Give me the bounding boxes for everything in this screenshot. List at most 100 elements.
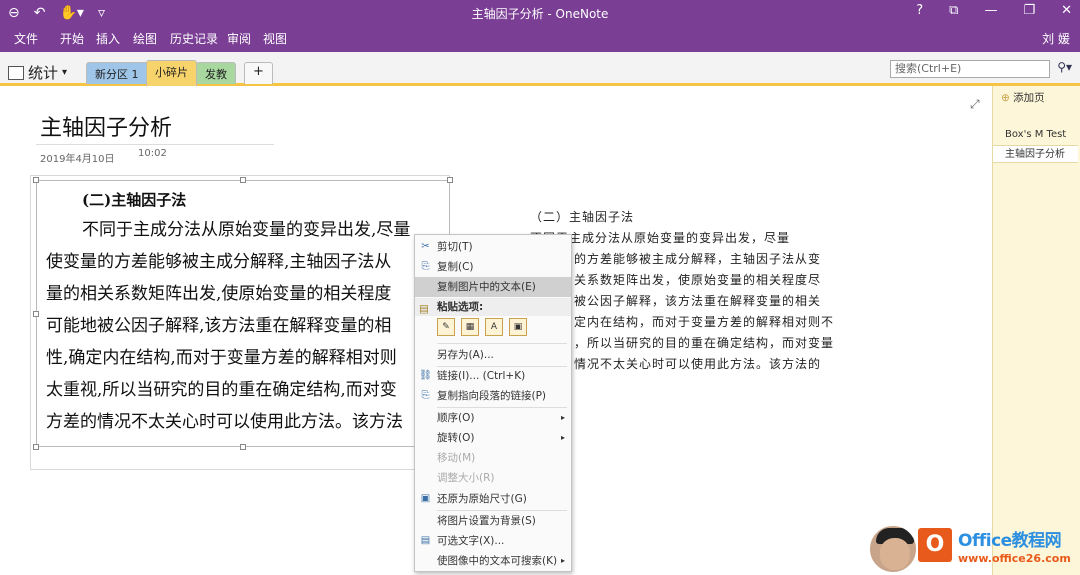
menu-label: 复制图片中的文本(E): [437, 281, 536, 293]
page-list-item-selected[interactable]: 主轴因子分析: [993, 145, 1078, 163]
text-line: ，所以当研究的目的重在确定结构，而对变量: [574, 336, 835, 350]
image-line: 方差的情况不太关心时可以使用此方法。该方法: [46, 412, 403, 432]
paragraph-link-icon: ⎘: [421, 390, 430, 401]
watermark-url: www.office26.com: [958, 552, 1071, 565]
menu-label: 使图像中的文本可搜索(K): [437, 555, 558, 567]
tab-view[interactable]: 视图: [263, 30, 287, 47]
resize-handle[interactable]: [240, 177, 246, 183]
page-date: 2019年4月10日: [40, 154, 115, 165]
menu-label: 复制(C): [437, 261, 474, 273]
section-tab-fragments[interactable]: 小碎片: [146, 60, 197, 86]
image-line: 量的相关系数矩阵出发,使原始变量的相关程度: [46, 284, 392, 304]
tab-draw[interactable]: 绘图: [133, 30, 157, 47]
image-line: 性,确定内在结构,而对于变量方差的解释相对则: [46, 348, 397, 368]
extracted-text-block[interactable]: （二）主轴因子法 不同于主成分法从原始变量的变异出发，尽量 的方差能够被主成分解…: [530, 207, 890, 375]
paste-picture-icon[interactable]: ▣: [509, 318, 527, 336]
menu-item-link[interactable]: ⛓ 链接(I)... (Ctrl+K): [415, 366, 571, 386]
user-name[interactable]: 刘 媛: [1042, 30, 1070, 47]
resize-handle[interactable]: [240, 444, 246, 450]
watermark-title: Office教程网: [958, 531, 1062, 551]
menu-item-save-as[interactable]: 另存为(A)...: [415, 345, 571, 365]
menu-item-set-background[interactable]: 将图片设置为背景(S): [415, 511, 571, 531]
paste-keep-formatting-icon[interactable]: ✎: [437, 318, 455, 336]
menu-item-rotate[interactable]: 旋转(O) ▸: [415, 428, 571, 448]
menu-label: 还原为原始尺寸(G): [437, 493, 527, 505]
menu-separator: [437, 343, 567, 344]
add-section-button[interactable]: +: [244, 62, 273, 84]
paste-merge-icon[interactable]: ▦: [461, 318, 479, 336]
submenu-arrow-icon: ▸: [560, 556, 565, 565]
page-title[interactable]: 主轴因子分析: [40, 110, 172, 142]
tab-review[interactable]: 审阅: [227, 30, 251, 47]
paste-options-header: ▤ 粘贴选项:: [415, 298, 571, 316]
window-controls: ? ⧉ — ❐ ✕: [916, 3, 1072, 18]
text-line: 的方差能够被主成分解释，主轴因子法从变: [574, 252, 822, 266]
notebook-selector[interactable]: 统计 ▾: [8, 62, 67, 83]
plus-circle-icon: ⊕: [1001, 92, 1010, 104]
minimize-button[interactable]: —: [984, 3, 997, 18]
submenu-arrow-icon: ▸: [560, 413, 565, 422]
expand-icon[interactable]: ⤢: [970, 97, 980, 112]
page-time: 10:02: [138, 148, 167, 159]
page-list-pane: ⊕ 添加页 Box's M Test 主轴因子分析: [992, 86, 1080, 575]
close-button[interactable]: ✕: [1061, 3, 1072, 18]
section-tab-fajiao[interactable]: 发教: [196, 62, 236, 84]
menu-item-resize: 调整大小(R): [415, 468, 571, 488]
text-line: 关系数矩阵出发，使原始变量的相关程度尽: [574, 273, 822, 287]
menu-label: 顺序(O): [437, 412, 475, 424]
menu-item-cut[interactable]: ✂ 剪切(T): [415, 237, 571, 257]
menu-item-alt-text[interactable]: ▤ 可选文字(X)...: [415, 531, 571, 551]
image-line: 太重视,所以当研究的目的重在确定结构,而对变: [46, 380, 397, 400]
image-line: 使变量的方差能够被主成分解释,主轴因子法从: [46, 252, 392, 272]
image-line: 可能地被公因子解释,该方法重在解释变量的相: [46, 316, 392, 336]
resize-handle[interactable]: [447, 177, 453, 183]
menu-label: 旋转(O): [437, 432, 475, 444]
ribbon-tabs: 文件 开始 插入 绘图 历史记录 审阅 视图 刘 媛: [0, 26, 1080, 52]
alt-text-icon: ▤: [420, 535, 431, 546]
office-logo-icon: O: [918, 528, 952, 562]
menu-label: 链接(I)... (Ctrl+K): [437, 370, 526, 382]
paste-text-only-icon[interactable]: A: [485, 318, 503, 336]
menu-item-copy-link[interactable]: ⎘ 复制指向段落的链接(P): [415, 386, 571, 406]
ribbon-display-button[interactable]: ⧉: [949, 3, 958, 18]
resize-handle[interactable]: [33, 311, 39, 317]
avatar: [868, 524, 918, 574]
notebook-icon: [8, 65, 24, 80]
menu-item-copy[interactable]: ⎘ 复制(C): [415, 257, 571, 277]
copy-icon: ⎘: [421, 261, 430, 272]
tab-history[interactable]: 历史记录: [170, 30, 218, 47]
resize-handle[interactable]: [33, 444, 39, 450]
menu-label: 将图片设置为背景(S): [437, 515, 536, 527]
image-text: (二)主轴因子法 不同于主成分法从原始变量的变异出发,尽量 使变量的方差能够被主…: [46, 186, 446, 438]
link-icon: ⛓: [419, 370, 432, 381]
add-page-button[interactable]: ⊕ 添加页: [1001, 90, 1045, 105]
page-list-item[interactable]: Box's M Test: [1005, 129, 1066, 140]
menu-label: 移动(M): [437, 452, 476, 464]
resize-handle[interactable]: [33, 177, 39, 183]
help-button[interactable]: ?: [916, 3, 923, 18]
submenu-arrow-icon: ▸: [560, 433, 565, 442]
menu-item-restore-size[interactable]: ▣ 还原为原始尺寸(G): [415, 489, 571, 509]
paste-options-row: ✎ ▦ A ▣: [437, 318, 527, 336]
menu-item-order[interactable]: 顺序(O) ▸: [415, 408, 571, 428]
text-line: 定内在结构，而对于变量方差的解释相对则不: [574, 315, 835, 329]
text-line: 被公因子解释，该方法重在解释变量的相关: [574, 294, 822, 308]
section-tab-new[interactable]: 新分区 1: [86, 62, 148, 84]
image-line: 不同于主成分法从原始变量的变异出发,尽量: [82, 220, 411, 240]
text-line: 情况不太关心时可以使用此方法。该方法的: [574, 357, 822, 371]
restore-button[interactable]: ❐: [1023, 3, 1035, 18]
add-page-label: 添加页: [1013, 92, 1045, 104]
picture-icon: ▣: [420, 493, 431, 504]
menu-item-copy-text-from-picture[interactable]: 复制图片中的文本(E): [415, 277, 571, 297]
title-underline: [36, 144, 274, 145]
clipboard-icon: ▤: [419, 303, 429, 315]
menu-item-make-searchable[interactable]: 使图像中的文本可搜索(K) ▸: [415, 551, 571, 571]
menu-label: 粘贴选项:: [437, 301, 484, 313]
search-icon[interactable]: ⚲▾: [1057, 60, 1072, 74]
image-heading: (二)主轴因子法: [82, 191, 187, 209]
tab-home[interactable]: 开始: [60, 30, 84, 47]
search-input[interactable]: 搜索(Ctrl+E): [890, 60, 1050, 78]
tab-insert[interactable]: 插入: [96, 30, 120, 47]
tab-file[interactable]: 文件: [14, 30, 38, 47]
title-bar: ⊖ ↶ ✋▾ ▿ 主轴因子分析 - OneNote ? ⧉ — ❐ ✕: [0, 0, 1080, 26]
